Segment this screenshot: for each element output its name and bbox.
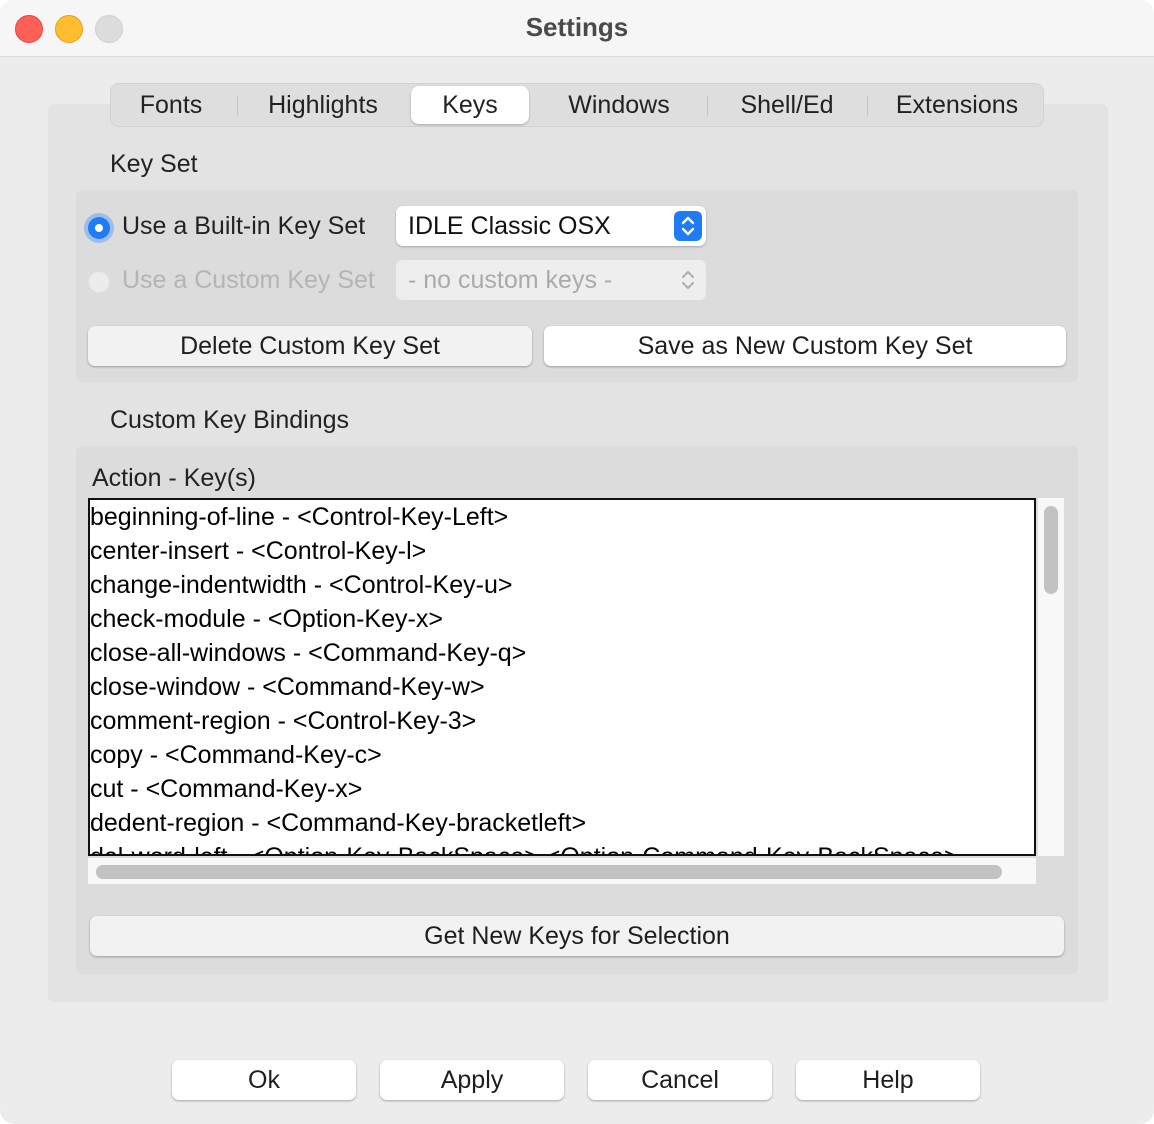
tab-separator: [867, 96, 868, 116]
settings-window: Settings Fonts Highlights Keys Windows S…: [0, 0, 1154, 1124]
popup-arrows-icon: [674, 265, 702, 295]
help-button[interactable]: Help: [796, 1060, 980, 1100]
tab-extensions[interactable]: Extensions: [875, 84, 1039, 126]
tab-fonts[interactable]: Fonts: [119, 84, 223, 126]
custom-key-set-label[interactable]: Use a Custom Key Set: [122, 266, 375, 295]
list-item[interactable]: change-indentwidth - <Control-Key-u>: [90, 568, 1034, 602]
vertical-scrollbar[interactable]: [1038, 498, 1064, 856]
list-item[interactable]: comment-region - <Control-Key-3>: [90, 704, 1034, 738]
builtin-key-set-label[interactable]: Use a Built-in Key Set: [122, 212, 365, 241]
delete-custom-key-set-button[interactable]: Delete Custom Key Set: [88, 326, 532, 366]
custom-key-set-radio[interactable]: [88, 271, 110, 293]
list-item[interactable]: dedent-region - <Command-Key-bracketleft…: [90, 806, 1034, 840]
list-item[interactable]: close-window - <Command-Key-w>: [90, 670, 1034, 704]
list-item[interactable]: cut - <Command-Key-x>: [90, 772, 1034, 806]
builtin-key-set-select[interactable]: IDLE Classic OSX: [396, 206, 706, 246]
list-header: Action - Key(s): [92, 464, 256, 492]
save-custom-key-set-button[interactable]: Save as New Custom Key Set: [544, 326, 1066, 366]
vertical-scroll-thumb[interactable]: [1044, 506, 1058, 594]
horizontal-scroll-thumb[interactable]: [96, 865, 1002, 879]
key-set-heading: Key Set: [110, 150, 198, 178]
custom-key-bindings-heading: Custom Key Bindings: [110, 406, 350, 434]
tab-bar: Fonts Highlights Keys Windows Shell/Ed E…: [110, 83, 1044, 127]
list-item[interactable]: del-word-left - <Option-Key-BackSpace> <…: [90, 840, 1034, 854]
tab-shell-ed[interactable]: Shell/Ed: [715, 84, 859, 126]
title-bar: Settings: [0, 0, 1154, 57]
list-item[interactable]: check-module - <Option-Key-x>: [90, 602, 1034, 636]
window-title: Settings: [525, 12, 629, 42]
builtin-key-set-value: IDLE Classic OSX: [408, 212, 611, 240]
tab-separator: [707, 96, 708, 116]
builtin-key-set-radio[interactable]: [88, 217, 110, 239]
tab-windows[interactable]: Windows: [541, 84, 697, 126]
key-bindings-list[interactable]: beginning-of-line - <Control-Key-Left> c…: [88, 498, 1036, 856]
horizontal-scrollbar[interactable]: [88, 858, 1036, 884]
tab-keys[interactable]: Keys: [411, 86, 529, 124]
list-item[interactable]: center-insert - <Control-Key-l>: [90, 534, 1034, 568]
list-item[interactable]: copy - <Command-Key-c>: [90, 738, 1034, 772]
popup-arrows-icon: [674, 211, 702, 241]
tab-highlights[interactable]: Highlights: [245, 84, 401, 126]
apply-button[interactable]: Apply: [380, 1060, 564, 1100]
cancel-button[interactable]: Cancel: [588, 1060, 772, 1100]
list-item[interactable]: close-all-windows - <Command-Key-q>: [90, 636, 1034, 670]
get-new-keys-button[interactable]: Get New Keys for Selection: [90, 916, 1064, 956]
custom-key-set-select[interactable]: - no custom keys -: [396, 260, 706, 300]
ok-button[interactable]: Ok: [172, 1060, 356, 1100]
tab-separator: [237, 96, 238, 116]
list-item[interactable]: beginning-of-line - <Control-Key-Left>: [90, 500, 1034, 534]
custom-key-set-value: - no custom keys -: [408, 266, 613, 294]
